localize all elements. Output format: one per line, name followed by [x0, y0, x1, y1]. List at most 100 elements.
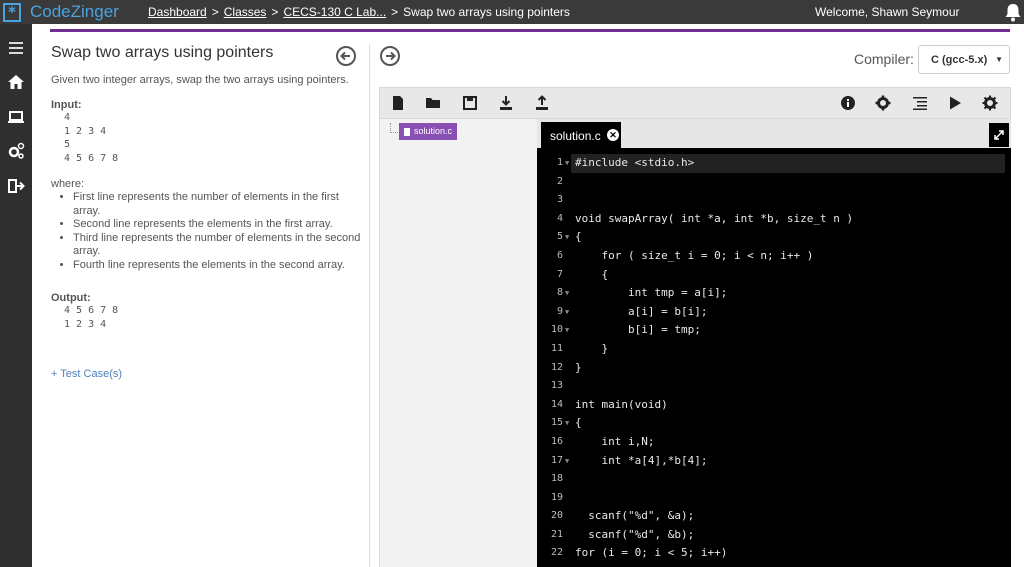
- code-text: int i,N;: [575, 434, 655, 448]
- code-line[interactable]: 2: [537, 173, 1011, 192]
- breadcrumb: Dashboard > Classes > CECS-130 C Lab... …: [148, 5, 570, 19]
- code-line[interactable]: 5 ▼ {: [537, 228, 1011, 247]
- output-line: 1 2 3 4: [64, 318, 107, 330]
- indent-icon[interactable]: [912, 95, 928, 111]
- fold-arrow-icon[interactable]: ▼: [565, 284, 569, 303]
- code-line[interactable]: 17 ▼ int *a[4],*b[4];: [537, 452, 1011, 471]
- line-number: 11: [550, 342, 563, 354]
- fold-arrow-icon[interactable]: ▼: [565, 154, 569, 173]
- code-text: void swapArray( int *a, int *b, size_t n…: [575, 211, 854, 225]
- breadcrumb-separator: >: [391, 5, 399, 19]
- logo[interactable]: * CodeZinger: [3, 2, 119, 22]
- code-line[interactable]: 16 int i,N;: [537, 433, 1011, 452]
- line-number: 4: [556, 212, 563, 224]
- welcome-text[interactable]: Welcome, Shawn Seymour: [815, 5, 960, 19]
- code-line[interactable]: 6 for ( size_t i = 0; i < n; i++ ): [537, 247, 1011, 266]
- download-icon[interactable]: [498, 95, 514, 111]
- code-area[interactable]: 1 ▼ #include <stdio.h> 2 3 4 void swapArray( i…: [537, 154, 1011, 563]
- code-line[interactable]: 10 ▼ b[i] = tmp;: [537, 321, 1011, 340]
- code-text: {: [575, 416, 582, 430]
- input-line: 5: [64, 139, 71, 150]
- breadcrumb-classes[interactable]: Classes: [224, 5, 267, 19]
- line-number: 1: [556, 157, 563, 168]
- code-line[interactable]: 7 {: [537, 266, 1011, 285]
- expand-right-button[interactable]: [380, 46, 400, 66]
- breadcrumb-current: Swap two arrays using pointers: [403, 5, 570, 19]
- settings-gear-icon[interactable]: [875, 95, 891, 111]
- input-rules: First line represents the number of elem…: [73, 191, 361, 272]
- code-text: }: [575, 341, 609, 355]
- code-line[interactable]: 15 ▼ {: [537, 414, 1011, 433]
- logout-icon[interactable]: [6, 176, 26, 196]
- code-line[interactable]: 22 for (i = 0; i < 5; i++): [537, 544, 1011, 563]
- problem-title: Swap two arrays using pointers: [51, 44, 274, 61]
- file-node-solution[interactable]: solution.c: [399, 123, 458, 140]
- code-text: for ( size_t i = 0; i < n; i++ ): [575, 248, 814, 262]
- settings-icon[interactable]: [6, 141, 26, 161]
- brand-name: CodeZinger: [30, 2, 119, 21]
- fold-arrow-icon[interactable]: ▼: [565, 321, 569, 340]
- compiler-label: Compiler:: [854, 51, 914, 67]
- compiler-select[interactable]: C (gcc-5.x) ▼: [918, 45, 1010, 74]
- code-line[interactable]: 12}: [537, 359, 1011, 378]
- editor-toolbar: [379, 87, 1011, 119]
- code-text: {: [575, 267, 609, 281]
- upload-icon[interactable]: [534, 95, 550, 111]
- arrow-left-icon: [340, 51, 350, 61]
- input-line: 1 2 3 4: [64, 125, 107, 137]
- line-number: 6: [556, 249, 563, 261]
- laptop-icon[interactable]: [6, 107, 26, 127]
- editor-tab-bar: solution.c ✕: [537, 119, 1011, 148]
- code-text: scanf("%d", &b);: [575, 527, 695, 541]
- code-line[interactable]: 18: [537, 470, 1011, 489]
- breadcrumb-dashboard[interactable]: Dashboard: [148, 5, 207, 19]
- code-text: scanf("%d", &a);: [575, 509, 695, 523]
- line-number: 15: [550, 417, 563, 429]
- code-line[interactable]: 20 scanf("%d", &a);: [537, 507, 1011, 526]
- open-folder-icon[interactable]: [425, 95, 441, 111]
- code-line[interactable]: 13: [537, 377, 1011, 396]
- code-text: {: [575, 230, 582, 244]
- rule-item: Third line represents the number of elem…: [73, 232, 361, 259]
- close-tab-icon[interactable]: ✕: [607, 129, 619, 141]
- code-text: int main(void): [575, 397, 668, 411]
- line-number: 13: [550, 380, 563, 392]
- line-number: 5: [556, 231, 563, 243]
- bell-icon[interactable]: [1003, 2, 1023, 22]
- code-line[interactable]: 9 ▼ a[i] = b[i];: [537, 303, 1011, 322]
- fold-arrow-icon[interactable]: ▼: [565, 452, 569, 471]
- code-line[interactable]: 19: [537, 489, 1011, 508]
- editor-tab[interactable]: solution.c ✕: [541, 122, 621, 148]
- menu-icon[interactable]: [6, 38, 26, 58]
- code-line[interactable]: 14 int main(void): [537, 396, 1011, 415]
- code-line[interactable]: 8 ▼ int tmp = a[i];: [537, 284, 1011, 303]
- problem-description: Given two integer arrays, swap the two a…: [51, 74, 349, 86]
- submit-gear-icon[interactable]: [982, 95, 998, 111]
- info-icon[interactable]: [840, 95, 856, 111]
- fold-arrow-icon[interactable]: ▼: [565, 228, 569, 247]
- code-line[interactable]: 11 }: [537, 340, 1011, 359]
- save-icon[interactable]: [462, 95, 478, 111]
- collapse-left-button[interactable]: [336, 46, 356, 66]
- panel-divider[interactable]: [369, 44, 370, 567]
- run-icon[interactable]: [947, 95, 963, 111]
- home-icon[interactable]: [6, 72, 26, 92]
- code-line[interactable]: 4 void swapArray( int *a, int *b, size_t …: [537, 210, 1011, 229]
- input-label: Input:: [51, 99, 82, 111]
- dropdown-arrow-icon: ▼: [995, 55, 1003, 64]
- new-file-icon[interactable]: [390, 95, 406, 111]
- code-text: int *a[4],*b[4];: [575, 453, 708, 467]
- code-line[interactable]: 1 ▼ #include <stdio.h>: [537, 154, 1011, 173]
- code-editor[interactable]: solution.c ✕ 1 ▼ #include <stdio.h> 2 3 4 void…: [537, 119, 1011, 567]
- fold-arrow-icon[interactable]: ▼: [565, 414, 569, 433]
- line-number: 18: [550, 473, 563, 485]
- test-cases-link[interactable]: + Test Case(s): [51, 368, 361, 380]
- line-number: 20: [550, 510, 563, 522]
- breadcrumb-course[interactable]: CECS-130 C Lab...: [283, 5, 386, 19]
- fold-arrow-icon[interactable]: ▼: [565, 303, 569, 322]
- code-line[interactable]: 21 scanf("%d", &b);: [537, 526, 1011, 545]
- code-line[interactable]: 3: [537, 191, 1011, 210]
- where-label: where:: [51, 178, 85, 190]
- line-number: 16: [550, 435, 563, 447]
- fullscreen-button[interactable]: [989, 123, 1009, 147]
